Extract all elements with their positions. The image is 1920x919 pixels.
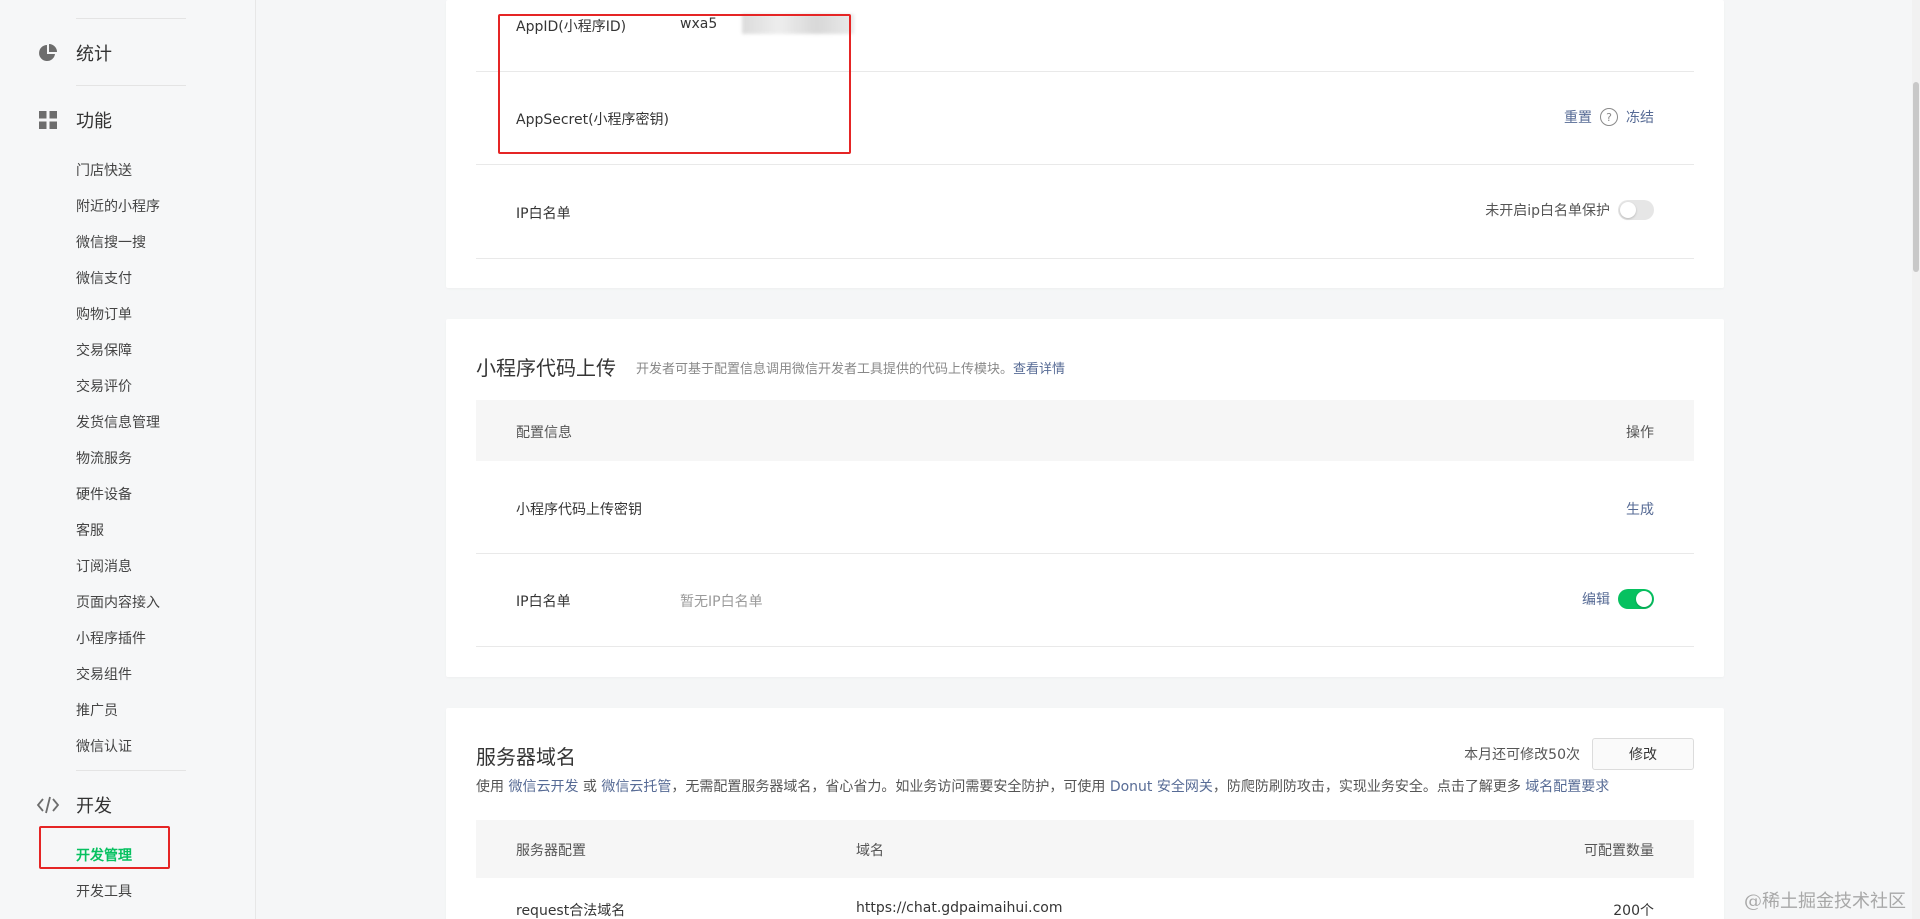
- ip-protection-toggle[interactable]: [1618, 200, 1654, 220]
- code-upload-title: 小程序代码上传: [476, 356, 616, 380]
- upload-key-label: 小程序代码上传密钥: [516, 502, 642, 518]
- sidebar-item[interactable]: 微信支付: [76, 268, 132, 288]
- description-text: 或: [582, 779, 597, 795]
- description-text: 开发者可基于配置信息调用微信开发者工具提供的代码上传模块。: [636, 362, 1014, 377]
- redacted-mask: [742, 14, 854, 34]
- column-server-config: 服务器配置: [516, 843, 586, 859]
- upload-ip-row: IP白名单 暂无IP白名单 编辑: [476, 554, 1694, 647]
- sidebar-item[interactable]: 推广员: [76, 700, 118, 720]
- page-scrollbar[interactable]: [1912, 0, 1920, 919]
- scrollbar-thumb[interactable]: [1913, 82, 1919, 272]
- upload-ip-value: 暂无IP白名单: [680, 594, 763, 610]
- code-icon: [36, 793, 60, 817]
- sidebar-divider: [76, 18, 186, 19]
- modify-button[interactable]: 修改: [1592, 738, 1694, 770]
- sidebar-item[interactable]: 小程序插件: [76, 628, 146, 648]
- sidebar-item[interactable]: 交易保障: [76, 340, 132, 360]
- sidebar-item[interactable]: 客服: [76, 520, 104, 540]
- domain-table-header: 服务器配置 域名 可配置数量: [476, 820, 1694, 878]
- domain-requirements-link[interactable]: 域名配置要求: [1525, 779, 1609, 795]
- upload-ip-toggle[interactable]: [1618, 589, 1654, 609]
- view-details-link[interactable]: 查看详情: [1013, 362, 1065, 377]
- sidebar-group-dev[interactable]: 开发: [36, 792, 112, 818]
- ip-whitelist-actions: 未开启ip白名单保护: [1485, 200, 1654, 220]
- domain-type: request合法域名: [516, 903, 626, 919]
- ip-whitelist-label: IP白名单: [516, 206, 571, 222]
- sidebar-divider: [76, 85, 186, 86]
- freeze-link[interactable]: 冻结: [1626, 107, 1654, 127]
- sidebar-item[interactable]: 物流服务: [76, 448, 132, 468]
- column-config-info: 配置信息: [516, 425, 572, 441]
- sidebar-group-label: 统计: [76, 44, 112, 65]
- toggle-knob: [1636, 591, 1652, 607]
- reset-link[interactable]: 重置: [1564, 107, 1592, 127]
- domain-table-row: request合法域名 https://chat.gdpaimaihui.com…: [476, 878, 1694, 919]
- appid-label: AppID(小程序ID): [516, 19, 627, 35]
- grid-icon: [36, 108, 60, 132]
- account-info-card: AppID(小程序ID) wxa5 AppSecret(小程序密钥) 重置 ? …: [446, 0, 1724, 288]
- upload-ip-actions: 编辑: [1582, 589, 1654, 609]
- column-action: 操作: [1626, 425, 1654, 441]
- appsecret-label: AppSecret(小程序密钥): [516, 112, 670, 128]
- sidebar-item[interactable]: 订阅消息: [76, 556, 132, 576]
- appsecret-actions: 重置 ? 冻结: [1564, 107, 1654, 127]
- sidebar-item[interactable]: 交易组件: [76, 664, 132, 684]
- upload-key-actions: 生成: [1626, 499, 1654, 519]
- sidebar-group-features[interactable]: 功能: [36, 107, 112, 133]
- donut-gateway-link[interactable]: Donut 安全网关: [1110, 779, 1213, 795]
- edit-link[interactable]: 编辑: [1582, 589, 1610, 609]
- ip-protection-status: 未开启ip白名单保护: [1485, 203, 1610, 219]
- upload-key-row: 小程序代码上传密钥 生成: [476, 461, 1694, 554]
- description-text: ，防爬防刷防攻击，实现业务安全。点击了解更多: [1212, 779, 1521, 795]
- toggle-knob: [1620, 202, 1636, 218]
- appid-row: AppID(小程序ID) wxa5: [476, 0, 1694, 72]
- description-text: ，无需配置服务器域名，省心省力。如业务访问需要安全防护，可使用: [671, 779, 1106, 795]
- code-upload-description: 开发者可基于配置信息调用微信开发者工具提供的代码上传模块。查看详情: [636, 358, 1065, 377]
- code-upload-card: 小程序代码上传 开发者可基于配置信息调用微信开发者工具提供的代码上传模块。查看详…: [446, 319, 1724, 677]
- column-config-count: 可配置数量: [1584, 843, 1654, 859]
- sidebar-item[interactable]: 门店快送: [76, 160, 132, 180]
- server-domain-description: 使用 微信云开发 或 微信云托管，无需配置服务器域名，省心省力。如业务访问需要安…: [476, 776, 1609, 796]
- sidebar-item[interactable]: 页面内容接入: [76, 592, 160, 612]
- watermark: @稀土掘金技术社区: [1744, 891, 1906, 912]
- appid-value: wxa5: [680, 16, 718, 32]
- domain-count: 200个: [1613, 903, 1654, 919]
- sidebar-divider: [76, 770, 186, 771]
- sidebar-item-dev-management[interactable]: 开发管理: [76, 845, 132, 865]
- sidebar-group-label: 开发: [76, 796, 112, 817]
- description-text: 使用: [476, 779, 504, 795]
- upload-table-header: 配置信息 操作: [476, 400, 1694, 461]
- column-domain: 域名: [856, 843, 884, 859]
- appsecret-row: AppSecret(小程序密钥) 重置 ? 冻结: [476, 72, 1694, 165]
- pie-chart-icon: [36, 41, 60, 65]
- sidebar-item-dev-tools[interactable]: 开发工具: [76, 881, 132, 901]
- sidebar-item[interactable]: 微信认证: [76, 736, 132, 756]
- sidebar: 统计 功能 门店快送 附近的小程序 微信搜一搜 微信支付 购物订单 交易保障 交…: [0, 0, 256, 919]
- help-icon[interactable]: ?: [1600, 108, 1618, 126]
- sidebar-item[interactable]: 交易评价: [76, 376, 132, 396]
- sidebar-group-label: 功能: [76, 111, 112, 132]
- sidebar-item[interactable]: 发货信息管理: [76, 412, 160, 432]
- sidebar-item[interactable]: 硬件设备: [76, 484, 132, 504]
- sidebar-item[interactable]: 附近的小程序: [76, 196, 160, 216]
- wechat-cloud-hosting-link[interactable]: 微信云托管: [601, 779, 671, 795]
- sidebar-item[interactable]: 购物订单: [76, 304, 132, 324]
- upload-ip-label: IP白名单: [516, 594, 571, 610]
- server-domain-card: 服务器域名 本月还可修改50次 修改 使用 微信云开发 或 微信云托管，无需配置…: [446, 708, 1724, 919]
- domain-value: https://chat.gdpaimaihui.com: [856, 900, 1063, 916]
- sidebar-item[interactable]: 微信搜一搜: [76, 232, 146, 252]
- ip-whitelist-row: IP白名单 未开启ip白名单保护: [476, 165, 1694, 259]
- server-domain-title: 服务器域名: [476, 745, 576, 769]
- wechat-cloud-dev-link[interactable]: 微信云开发: [508, 779, 578, 795]
- generate-link[interactable]: 生成: [1626, 499, 1654, 519]
- sidebar-group-stats[interactable]: 统计: [36, 40, 112, 66]
- modify-quota-text: 本月还可修改50次: [1464, 747, 1580, 763]
